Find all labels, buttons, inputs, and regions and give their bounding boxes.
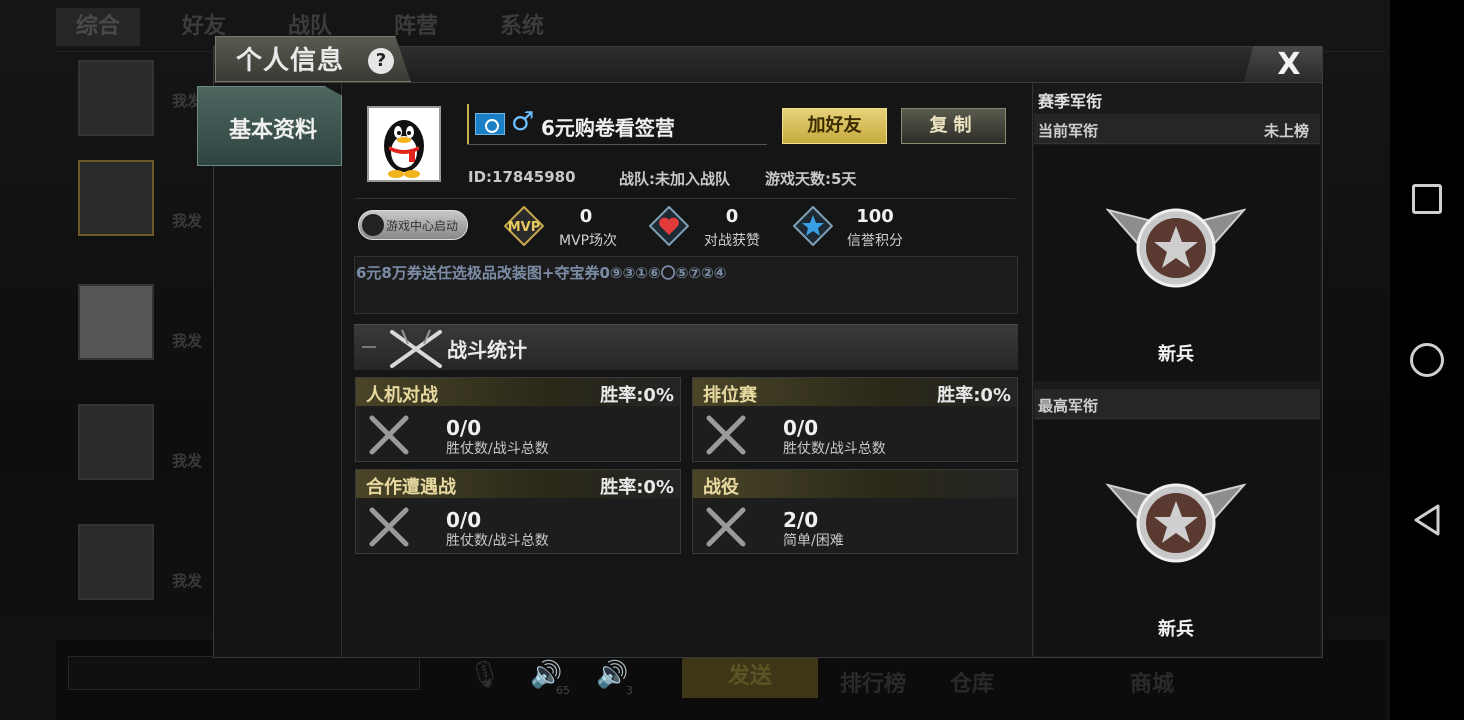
penguin-icon <box>362 214 384 236</box>
win-rate: 胜率:0% <box>937 385 1011 406</box>
card-header <box>693 470 1017 498</box>
penguin-avatar-icon <box>384 120 424 178</box>
game-center-label: 游戏中心启动 <box>386 219 459 233</box>
crossed-swords-icon <box>706 415 746 455</box>
divider <box>355 198 1015 199</box>
win-rate: 胜率:0% <box>600 477 674 498</box>
speaker-icon[interactable]: 🔊 <box>596 660 628 690</box>
card-subtitle: 简单/困难 <box>783 533 844 549</box>
menu-item-label: 基本资料 <box>229 118 318 143</box>
home-icon[interactable] <box>1410 343 1444 377</box>
player-signature: 6元8万券送任选极品改装图+夺宝券0⑨③①⑥〇⑤⑦②④ <box>356 264 727 282</box>
bg-tab-camp[interactable]: 阵营 <box>394 8 438 46</box>
card-subtitle: 胜仗数/战斗总数 <box>446 533 549 549</box>
bg-nav-shop[interactable]: 商城 <box>1130 666 1174 698</box>
recent-apps-icon[interactable] <box>1412 184 1442 214</box>
help-button[interactable]: ? <box>368 48 394 74</box>
bg-chat-row: 我发 <box>78 404 218 490</box>
avatar <box>78 284 154 360</box>
heart-icon <box>649 206 689 246</box>
star-icon <box>793 206 833 246</box>
rank-badge-icon <box>1106 208 1246 288</box>
name-accent-line <box>467 104 469 144</box>
crossed-rifles-icon <box>390 329 442 368</box>
highest-rank-label: 最高军衔 <box>1038 397 1099 415</box>
bg-tab-all[interactable]: 综合 <box>56 8 141 46</box>
stat-card-pve[interactable]: 人机对战 胜率:0% 0/0 胜仗数/战斗总数 <box>355 377 681 462</box>
back-icon[interactable] <box>1410 503 1444 537</box>
card-subtitle: 胜仗数/战斗总数 <box>446 441 549 457</box>
card-value: 0/0 <box>783 416 819 440</box>
name-underline <box>467 144 767 145</box>
bg-chat-input[interactable] <box>68 656 420 690</box>
bg-nav-leaderboard[interactable]: 排行榜 <box>840 666 906 698</box>
player-name: 6元购卷看签营 <box>541 116 675 140</box>
android-nav-bar <box>1390 0 1464 720</box>
card-value: 2/0 <box>783 508 819 532</box>
highest-rank-name: 新兵 <box>1158 619 1194 640</box>
dialog-title: 个人信息 <box>236 46 345 76</box>
avatar <box>78 524 154 600</box>
leaderboard-status: 未上榜 <box>1264 122 1310 140</box>
bg-send-button[interactable]: 发送 <box>682 656 818 698</box>
crossed-swords-icon <box>369 415 409 455</box>
bg-chat-row: 我发 <box>78 284 218 370</box>
card-subtitle: 胜仗数/战斗总数 <box>783 441 886 457</box>
card-value: 0/0 <box>446 508 482 532</box>
battle-stats-title: 战斗统计 <box>447 338 527 362</box>
close-button[interactable]: X <box>1244 46 1322 82</box>
current-rank-name: 新兵 <box>1158 344 1194 365</box>
bg-chat-row: 我发 <box>78 160 218 246</box>
crossed-swords-icon <box>706 507 746 547</box>
card-title: 战役 <box>703 477 739 498</box>
mvp-icon: MVP <box>504 206 544 246</box>
rank-badge-icon <box>1106 483 1246 563</box>
divider <box>362 346 376 348</box>
svg-text:MVP: MVP <box>508 220 541 235</box>
credit-label: 信誉积分 <box>847 233 903 249</box>
credit-score: 100 <box>856 206 894 227</box>
likes-label: 对战获赞 <box>704 233 760 249</box>
stat-card-campaign[interactable]: 战役 2/0 简单/困难 <box>692 469 1018 554</box>
stat-card-ranked[interactable]: 排位赛 胜率:0% 0/0 胜仗数/战斗总数 <box>692 377 1018 462</box>
card-title: 人机对战 <box>366 385 438 406</box>
bg-nav-warehouse[interactable]: 仓库 <box>950 666 994 698</box>
avatar <box>78 160 154 236</box>
male-gender-icon: ♂ <box>511 107 535 137</box>
mvp-label: MVP场次 <box>558 233 618 249</box>
camp-flag-icon <box>475 113 505 135</box>
win-rate: 胜率:0% <box>600 385 674 406</box>
player-id: ID:17845980 <box>468 168 576 186</box>
season-rank-title: 赛季军衔 <box>1038 92 1103 111</box>
current-rank-label: 当前军衔 <box>1038 122 1099 140</box>
likes-count: 0 <box>725 206 739 227</box>
avatar <box>78 60 154 136</box>
microphone-icon[interactable]: 🎙 <box>468 660 501 690</box>
avatar <box>78 404 154 480</box>
bg-chat-row: 我发 <box>78 524 218 610</box>
add-friend-button[interactable]: 加好友 <box>782 108 887 144</box>
crossed-swords-icon <box>369 507 409 547</box>
card-value: 0/0 <box>446 416 482 440</box>
play-days: 游戏天数:5天 <box>765 170 857 188</box>
left-menu <box>214 83 342 657</box>
card-title: 排位赛 <box>703 385 757 406</box>
avatar[interactable] <box>367 106 441 182</box>
player-team: 战队:未加入战队 <box>619 170 730 188</box>
bg-tab-system[interactable]: 系统 <box>500 8 544 46</box>
mvp-count: 0 <box>579 206 593 227</box>
stat-card-coop[interactable]: 合作遭遇战 胜率:0% 0/0 胜仗数/战斗总数 <box>355 469 681 554</box>
copy-button[interactable]: 复制 <box>901 108 1006 144</box>
card-title: 合作遭遇战 <box>366 477 456 498</box>
